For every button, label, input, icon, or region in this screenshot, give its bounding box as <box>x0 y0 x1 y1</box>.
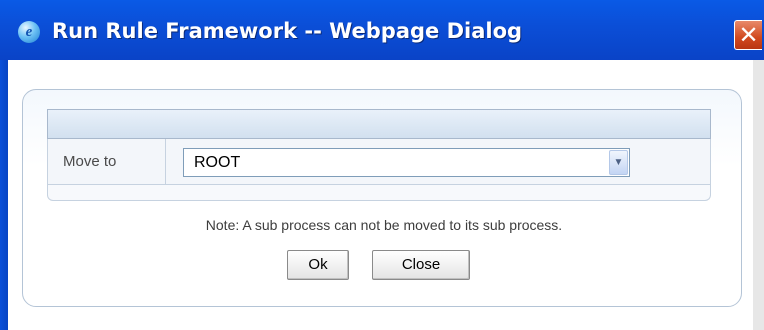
close-icon: ✕ <box>738 21 759 49</box>
chevron-down-icon[interactable]: ▼ <box>609 150 628 175</box>
move-to-label: Move to <box>48 139 166 184</box>
window-title: Run Rule Framework -- Webpage Dialog <box>52 19 523 43</box>
internet-explorer-icon: e <box>18 21 40 43</box>
window-frame-right <box>753 60 764 330</box>
move-to-select[interactable]: ROOT ▼ <box>183 148 630 177</box>
table-header-bar <box>47 109 711 139</box>
move-to-row: Move to ROOT ▼ <box>47 139 711 185</box>
close-button[interactable]: Close <box>372 250 470 280</box>
window-frame-left <box>0 60 8 330</box>
title-bar: e Run Rule Framework -- Webpage Dialog ✕ <box>0 0 764 60</box>
note-text: Note: A sub process can not be moved to … <box>205 217 563 233</box>
close-window-button[interactable]: ✕ <box>734 20 762 50</box>
move-to-selected-value: ROOT <box>194 154 241 171</box>
ok-button[interactable]: Ok <box>287 250 349 280</box>
table-footer-bar <box>47 185 711 201</box>
